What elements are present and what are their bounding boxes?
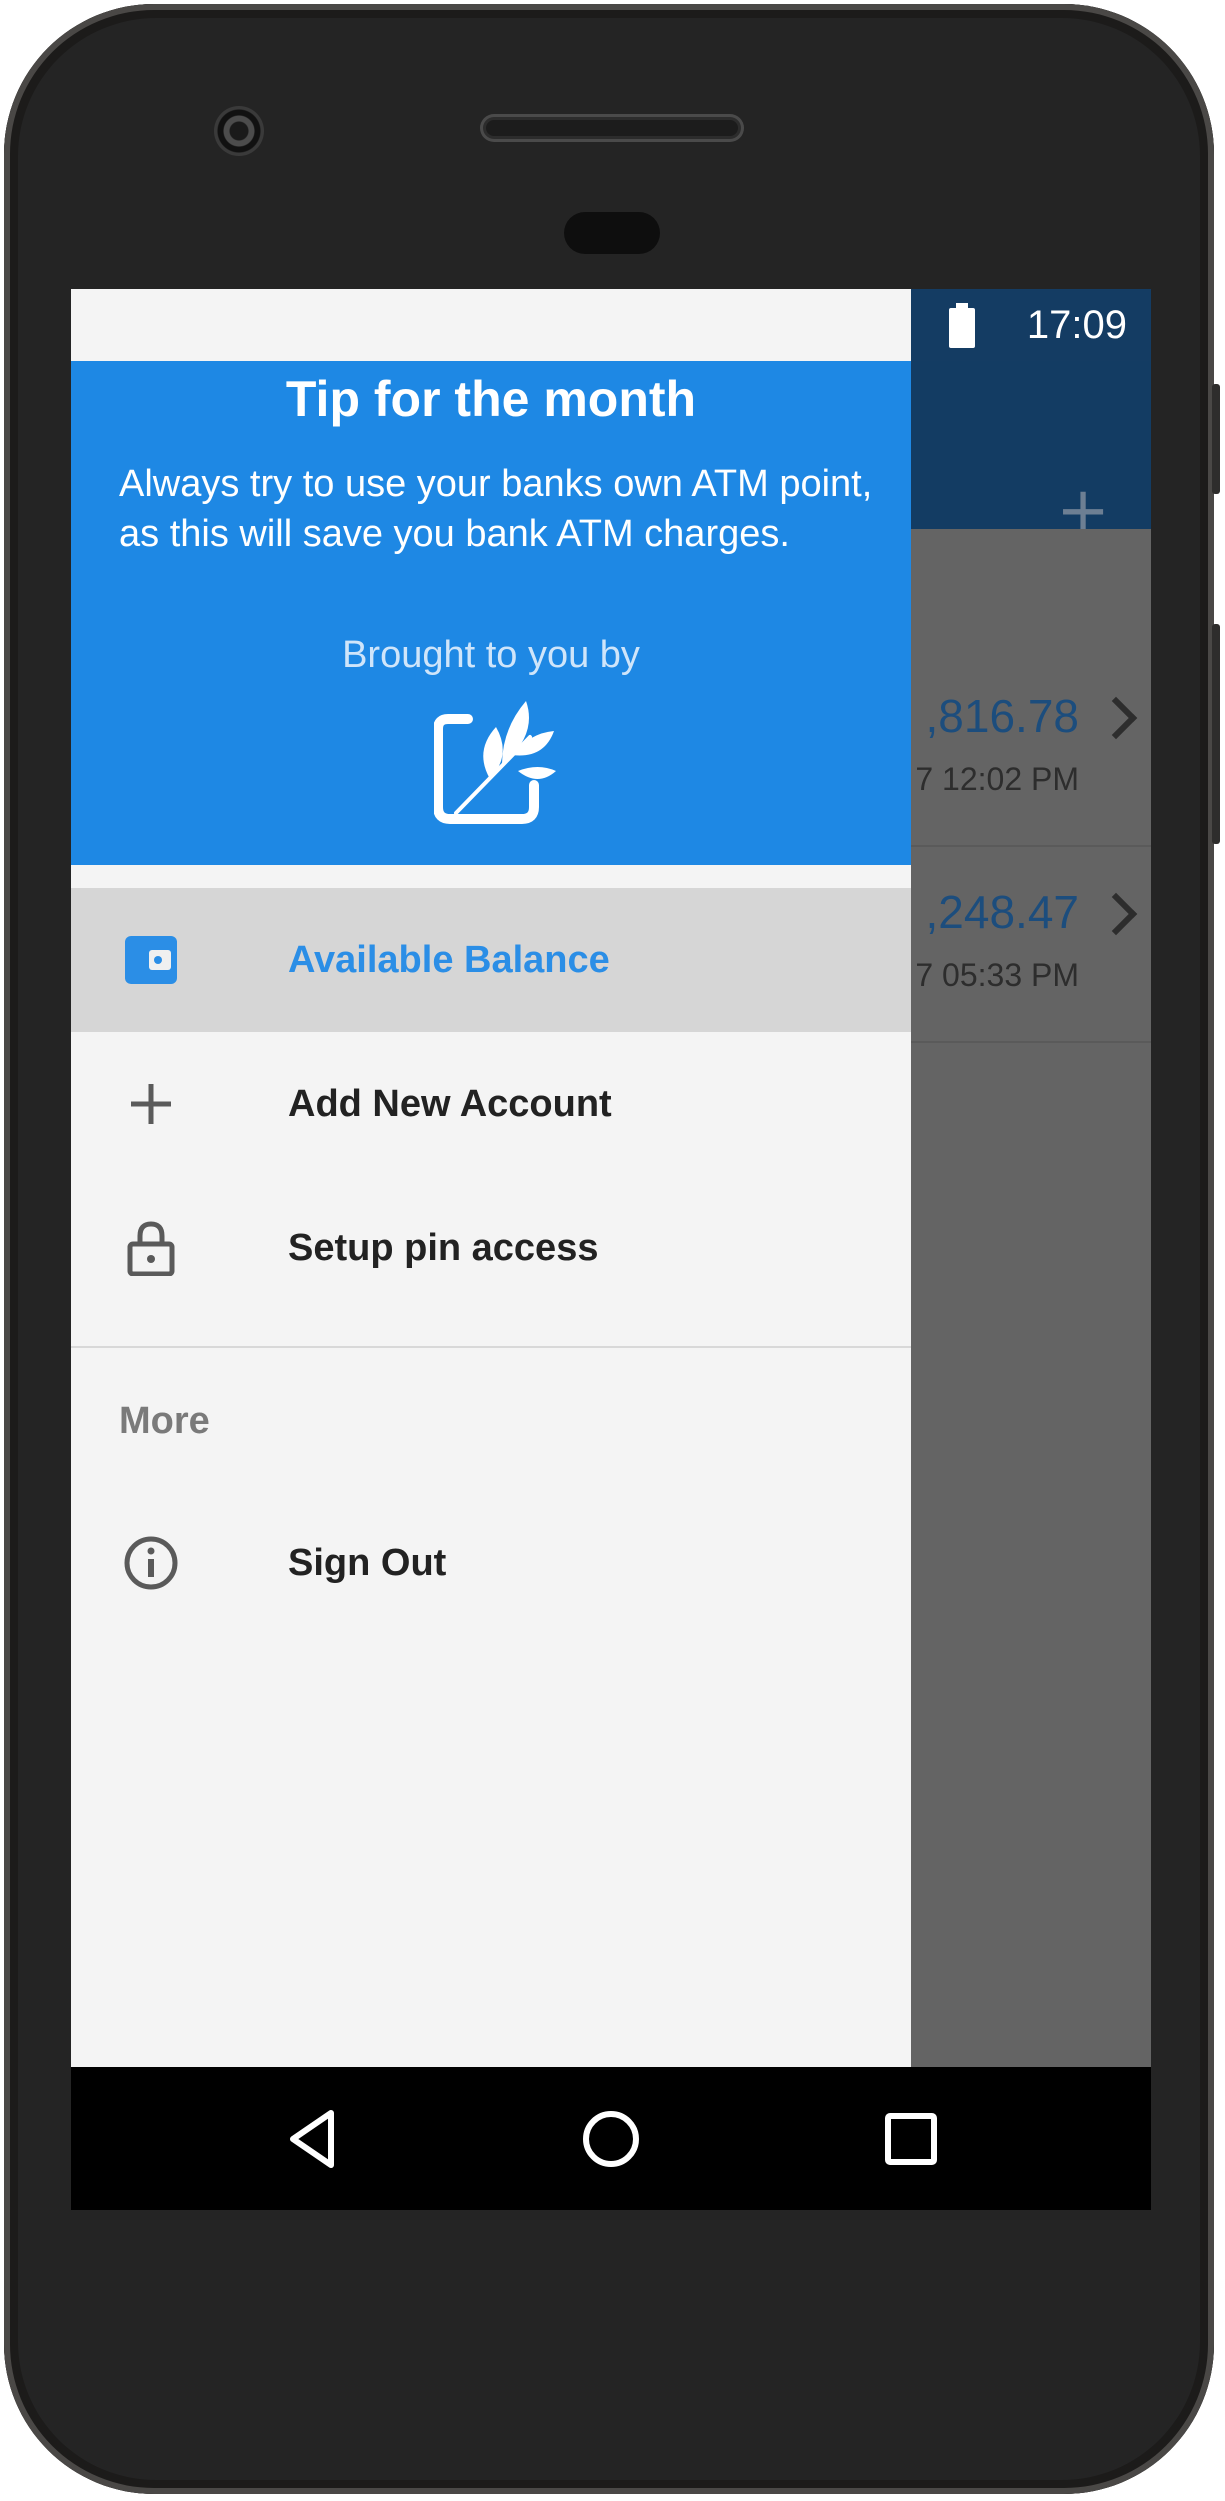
menu-item-setup-pin-access[interactable]: Setup pin access: [71, 1176, 911, 1320]
back-icon[interactable]: [281, 2107, 345, 2171]
lock-icon: [127, 1221, 175, 1276]
sponsor-caption: Brought to you by: [342, 634, 640, 676]
status-bar-right: 17:09: [911, 289, 1151, 361]
front-camera: [214, 106, 264, 156]
menu-item-label: Setup pin access: [288, 1227, 599, 1269]
earpiece-speaker: [480, 114, 744, 142]
chevron-right-icon: [1094, 892, 1138, 936]
account-balance: ,248.47: [925, 886, 1079, 938]
drawer-header: Tip for the month Always try to use your…: [71, 361, 911, 865]
plus-icon: [131, 1084, 171, 1124]
menu-item-available-balance[interactable]: Available Balance: [71, 888, 911, 1032]
menu-item-label: Sign Out: [288, 1542, 447, 1584]
power-button: [1212, 384, 1220, 494]
recents-icon[interactable]: [879, 2107, 943, 2171]
volume-button: [1212, 624, 1220, 844]
tip-title: Tip for the month: [285, 371, 697, 427]
proximity-sensor: [564, 212, 660, 254]
menu-item-add-new-account[interactable]: Add New Account: [71, 1032, 911, 1176]
divider: [71, 1346, 911, 1348]
section-title-more: More: [119, 1400, 210, 1442]
menu-item-label: Available Balance: [288, 939, 610, 981]
navigation-drawer: Tip for the month Always try to use your…: [71, 289, 911, 2067]
clock: 17:09: [1026, 303, 1127, 347]
menu-item-label: Add New Account: [288, 1083, 612, 1125]
screen: + ,816.78 7 12:02 PM ,248.47 7 05:33 PM: [71, 289, 1151, 2210]
home-icon[interactable]: [579, 2107, 643, 2171]
menu-item-sign-out[interactable]: Sign Out: [71, 1491, 911, 1635]
account-updated-date: 7 12:02 PM: [915, 761, 1079, 797]
leaf-wallet-logo: [434, 701, 556, 824]
account-balance: ,816.78: [925, 690, 1079, 742]
tip-body: Always try to use your banks own ATM poi…: [119, 463, 873, 555]
chevron-right-icon: [1094, 696, 1138, 740]
wallet-icon: [125, 936, 177, 984]
info-icon: [124, 1536, 178, 1590]
phone-frame: + ,816.78 7 12:02 PM ,248.47 7 05:33 PM: [4, 4, 1220, 2494]
battery-icon: [949, 303, 975, 348]
system-navigation-bar: [71, 2067, 1151, 2210]
account-updated-date: 7 05:33 PM: [915, 957, 1079, 993]
